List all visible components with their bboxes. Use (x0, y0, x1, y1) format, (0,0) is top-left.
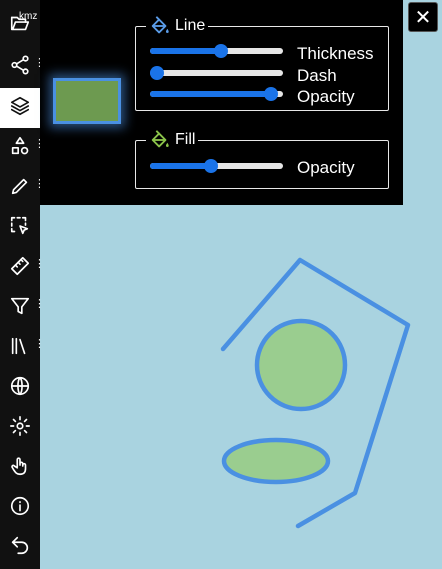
left-toolbar: kmz ⋮ ⋮ ⋮ ⋮ ⋮ ⋮ (0, 0, 45, 569)
filter-icon (9, 295, 31, 322)
shapes-icon (9, 135, 31, 162)
fill-group-legend: Fill (146, 129, 198, 151)
undo-button[interactable] (0, 527, 40, 567)
measure-button[interactable]: ⋮ (0, 248, 45, 288)
line-dash-label: Dash (297, 66, 337, 85)
settings-button[interactable] (0, 408, 40, 448)
style-panel: Line Fill Thickness Dash Opacity Opacity (40, 0, 403, 205)
style-preview-swatch (53, 78, 121, 124)
line-opacity-label: Opacity (297, 87, 355, 106)
close-button[interactable]: ✕ (408, 2, 438, 32)
pan-button[interactable] (0, 448, 40, 488)
line-dash-slider[interactable] (150, 66, 283, 80)
globe-button[interactable] (0, 368, 40, 408)
select-area-icon (9, 215, 31, 242)
ruler-icon (9, 255, 31, 282)
shapes-button[interactable]: ⋮ (0, 128, 45, 168)
undo-icon (9, 534, 31, 561)
line-group-title: Line (175, 17, 206, 34)
share-icon (9, 54, 31, 81)
draw-button[interactable]: ⋮ (0, 168, 45, 208)
slider-thumb[interactable] (203, 159, 218, 173)
filter-button[interactable]: ⋮ (0, 288, 45, 328)
layers-icon (9, 95, 31, 122)
library-icon (9, 335, 31, 362)
line-thickness-slider[interactable] (150, 44, 283, 58)
line-opacity-slider[interactable] (150, 87, 283, 101)
fill-group-title: Fill (175, 131, 196, 148)
info-icon (9, 495, 31, 522)
library-menu-indicator[interactable]: ⋮ (34, 338, 45, 349)
fill-paint-bucket-icon (149, 129, 171, 151)
kmz-badge: kmz (19, 11, 38, 22)
share-button[interactable]: ⋮ (0, 47, 45, 87)
gear-icon (9, 415, 31, 442)
shapes-menu-indicator[interactable]: ⋮ (34, 138, 45, 149)
map-circle[interactable] (254, 318, 348, 412)
slider-thumb[interactable] (150, 66, 164, 80)
filter-menu-indicator[interactable]: ⋮ (34, 298, 45, 309)
select-button[interactable] (0, 208, 40, 248)
map-ellipse[interactable] (221, 437, 331, 485)
hand-pointer-icon (9, 455, 31, 482)
pencil-icon (9, 175, 31, 202)
measure-menu-indicator[interactable]: ⋮ (34, 258, 45, 269)
draw-menu-indicator[interactable]: ⋮ (34, 178, 45, 189)
line-thickness-label: Thickness (297, 44, 374, 63)
map-canvas[interactable] (40, 205, 442, 569)
globe-icon (9, 375, 31, 402)
fill-opacity-slider[interactable] (150, 159, 283, 173)
share-menu-indicator[interactable]: ⋮ (34, 57, 45, 68)
layers-button[interactable] (0, 88, 40, 128)
line-paint-bucket-icon (149, 15, 171, 37)
info-button[interactable] (0, 488, 40, 528)
open-file-button[interactable]: kmz (0, 5, 40, 45)
fill-opacity-label: Opacity (297, 158, 355, 177)
line-group-legend: Line (146, 15, 208, 37)
library-button[interactable]: ⋮ (0, 328, 45, 368)
